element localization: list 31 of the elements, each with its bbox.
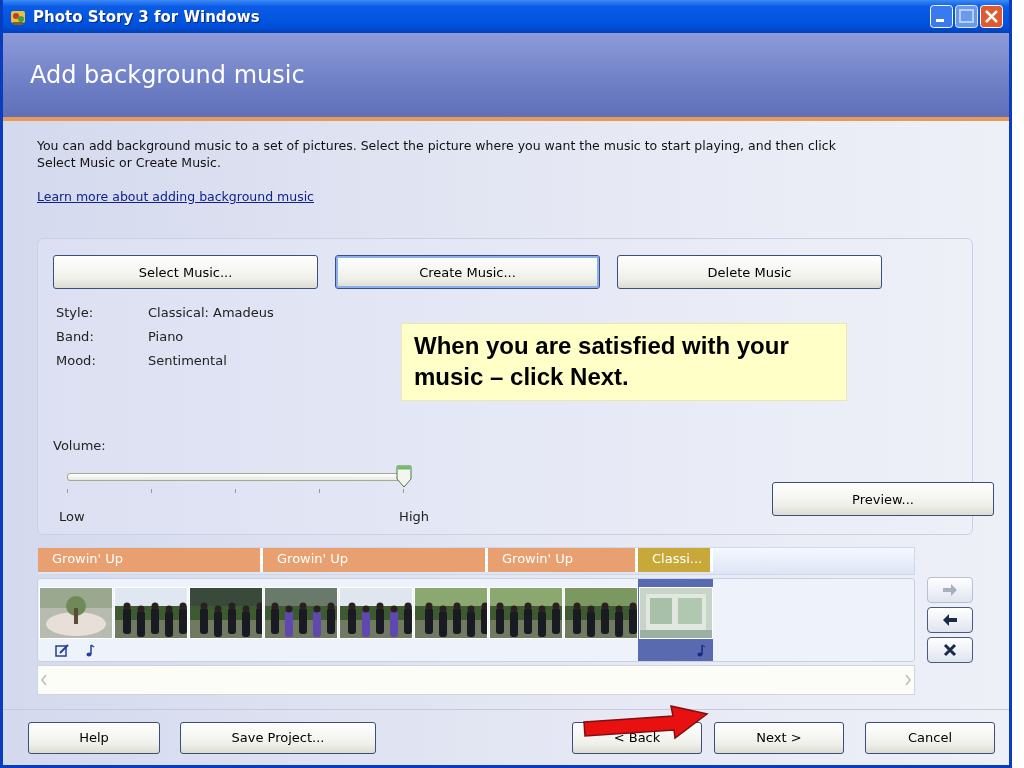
minimize-button[interactable] bbox=[930, 5, 953, 28]
save-project-button[interactable]: Save Project... bbox=[180, 721, 376, 754]
detail-value: Piano bbox=[148, 329, 185, 344]
window-title: Photo Story 3 for Windows bbox=[33, 7, 261, 26]
high-label: High bbox=[399, 509, 429, 524]
music-button[interactable]: Create Music... bbox=[335, 255, 600, 289]
low-label: Low bbox=[59, 509, 85, 524]
description-text: You can add background music to a set of pictures. Select the picture where you want the music to start playing, and then click Select Music or Create Music. bbox=[37, 137, 837, 171]
detail-label: Style: bbox=[56, 305, 95, 320]
detail-label: Band: bbox=[56, 329, 95, 344]
help-link[interactable]: Learn more about adding background music bbox=[37, 189, 314, 204]
detail-label: Mood: bbox=[56, 353, 97, 368]
detail-value: Classical: Amadeus bbox=[148, 305, 274, 320]
remove-button[interactable] bbox=[927, 637, 973, 663]
slider-thumb[interactable] bbox=[396, 465, 412, 488]
move-left-button[interactable] bbox=[927, 607, 973, 633]
music-button[interactable]: Delete Music bbox=[617, 255, 882, 289]
page-title: Add background music bbox=[30, 61, 305, 89]
edit-icon[interactable] bbox=[54, 643, 69, 657]
close-button[interactable] bbox=[980, 5, 1003, 28]
maximize-button[interactable] bbox=[955, 5, 978, 28]
volume-label: Volume: bbox=[53, 438, 107, 453]
help-button[interactable]: Help bbox=[28, 721, 160, 754]
picture-thumbnail[interactable] bbox=[638, 579, 713, 661]
music-button[interactable]: Select Music... bbox=[53, 255, 318, 289]
cancel-button[interactable]: Cancel bbox=[865, 721, 995, 754]
preview-button[interactable]: Preview... bbox=[772, 482, 994, 516]
detail-value: Sentimental bbox=[148, 353, 228, 368]
x-icon[interactable] bbox=[941, 641, 959, 659]
callout-note: When you are satisfied with your music – click Next. bbox=[401, 323, 847, 401]
next-button[interactable]: Next > bbox=[714, 721, 844, 754]
